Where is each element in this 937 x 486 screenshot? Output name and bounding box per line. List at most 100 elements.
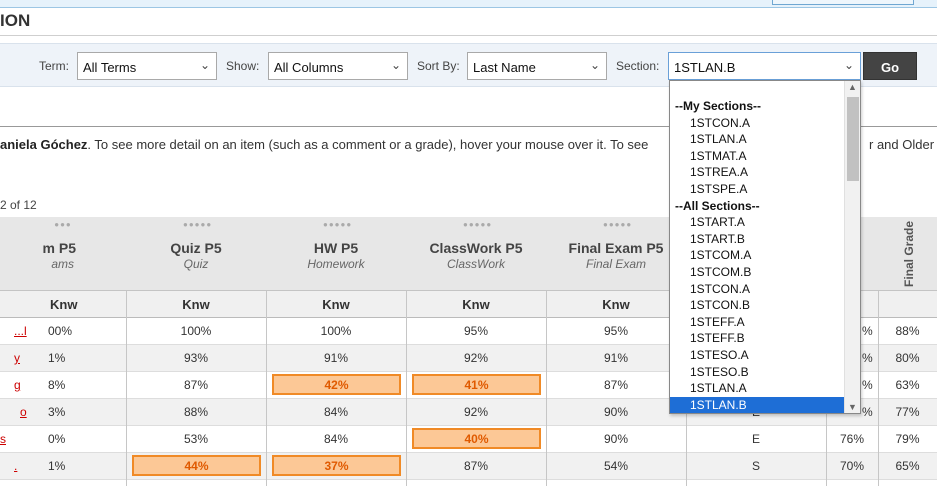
drag-handle-icon[interactable]: ●●●●● xyxy=(463,221,491,229)
sort-select[interactable]: Last Name ⌄ xyxy=(467,52,607,80)
column-header[interactable]: ●●● m P5 ams xyxy=(0,217,126,291)
grade-cell[interactable]: 54% xyxy=(546,459,686,473)
grade-cell[interactable]: 92% xyxy=(406,405,546,419)
sort-label: Sort By: xyxy=(417,59,460,73)
low-grade-cell[interactable]: 44% xyxy=(132,455,261,476)
final-grade-cell[interactable]: 65% xyxy=(878,459,937,473)
section-option[interactable]: 1START.B xyxy=(670,231,845,248)
final-grade-cell[interactable]: 80% xyxy=(878,351,937,365)
grade-cell[interactable]: 00% xyxy=(48,324,72,338)
grade-cell[interactable]: 84% xyxy=(266,405,406,419)
grade-cell[interactable]: % xyxy=(862,351,873,365)
column-header[interactable]: ●●●●● ClassWork P5 ClassWork xyxy=(406,217,546,291)
section-option[interactable]: 1STMAT.A xyxy=(670,148,845,165)
drag-handle-icon[interactable]: ●●● xyxy=(50,221,76,229)
scroll-down-icon[interactable]: ▼ xyxy=(848,402,857,412)
drag-handle-icon[interactable]: ●●●●● xyxy=(323,221,351,229)
section-option[interactable]: 1STSPE.A xyxy=(670,181,845,198)
section-option[interactable]: 1STESO.A xyxy=(670,347,845,364)
grade-cell[interactable]: S xyxy=(686,459,826,473)
grade-cell[interactable]: 90% xyxy=(546,405,686,419)
grade-cell[interactable]: 92% xyxy=(406,351,546,365)
low-grade-cell[interactable]: 37% xyxy=(272,455,401,476)
final-grade-cell[interactable]: 63% xyxy=(878,378,937,392)
dropdown-scrollbar[interactable]: ▲ ▼ xyxy=(844,81,860,413)
record-count: 2 of 12 xyxy=(0,198,37,212)
go-button[interactable]: Go xyxy=(863,52,917,80)
grade-cell[interactable]: E xyxy=(686,432,826,446)
grade-cell[interactable]: 3% xyxy=(48,405,65,419)
column-divider xyxy=(406,291,407,486)
section-select[interactable]: 1STLAN.B ⌄ xyxy=(668,52,861,80)
section-option[interactable]: 1STEFF.A xyxy=(670,314,845,331)
section-option[interactable]: 1STLAN.A xyxy=(670,131,845,148)
section-option[interactable]: 1STCON.A xyxy=(670,281,845,298)
term-select[interactable]: All Terms ⌄ xyxy=(77,52,217,80)
grade-cell[interactable]: % xyxy=(862,324,873,338)
column-header[interactable]: ●●●●● HW P5 Homework xyxy=(266,217,406,291)
grade-cell[interactable]: 53% xyxy=(126,432,266,446)
student-name-link[interactable]: s xyxy=(0,432,6,446)
column-name: HW P5 xyxy=(313,240,359,256)
section-option[interactable]: 1STREA.A xyxy=(670,164,845,181)
low-grade-cell[interactable]: 40% xyxy=(412,428,541,449)
grade-cell[interactable]: 95% xyxy=(546,324,686,338)
student-name-link[interactable]: . xyxy=(14,459,17,473)
grade-cell[interactable]: % xyxy=(862,378,873,392)
section-option[interactable]: 1STEFF.B xyxy=(670,330,845,347)
grade-cell[interactable]: 95% xyxy=(406,324,546,338)
student-name-link[interactable]: g xyxy=(14,378,21,392)
grade-cell[interactable]: 90% xyxy=(546,432,686,446)
section-option[interactable]: 1STESO.B xyxy=(670,364,845,381)
drag-handle-icon[interactable]: ●●●●● xyxy=(183,221,211,229)
final-grade-cell[interactable]: 79% xyxy=(878,432,937,446)
grade-cell[interactable]: 84% xyxy=(266,432,406,446)
grade-cell[interactable]: 87% xyxy=(546,378,686,392)
section-option[interactable]: 1STCOM.B xyxy=(670,264,845,281)
section-option[interactable]: 1STCOM.A xyxy=(670,247,845,264)
final-grade-cell[interactable]: 88% xyxy=(878,324,937,338)
grade-cell[interactable]: % xyxy=(862,405,873,419)
final-grade-header[interactable]: Final Grade xyxy=(878,217,937,291)
grade-cell[interactable]: 93% xyxy=(126,351,266,365)
grade-cell[interactable]: 91% xyxy=(266,351,406,365)
section-option-selected[interactable]: 1STLAN.B xyxy=(670,396,845,413)
section-dropdown-list[interactable]: --My Sections-- 1STCON.A 1STLAN.A 1STMAT… xyxy=(669,80,861,414)
grade-cell[interactable]: 1% xyxy=(48,351,65,365)
grade-cell[interactable]: 91% xyxy=(546,351,686,365)
grade-cell[interactable]: 70% xyxy=(826,459,878,473)
grade-cell[interactable]: 0% xyxy=(48,432,65,446)
grade-cell[interactable]: 100% xyxy=(266,324,406,338)
final-grade-cell[interactable]: 77% xyxy=(878,405,937,419)
grade-cell[interactable]: 87% xyxy=(406,459,546,473)
scrollbar-thumb[interactable] xyxy=(847,97,859,181)
grade-cell[interactable]: 87% xyxy=(126,378,266,392)
grade-cell[interactable]: 8% xyxy=(48,378,65,392)
grade-cell[interactable]: 100% xyxy=(126,324,266,338)
section-option[interactable]: 1START.A xyxy=(670,214,845,231)
section-option[interactable]: 1STCON.B xyxy=(670,297,845,314)
low-grade-cell[interactable]: 42% xyxy=(272,374,401,395)
column-header[interactable]: ●●●●● Quiz P5 Quiz xyxy=(126,217,266,291)
option-group-label: --All Sections-- xyxy=(675,198,760,213)
student-name-link[interactable]: o xyxy=(20,405,27,419)
section-option[interactable]: 1STLAN.A xyxy=(670,380,845,397)
student-name-link[interactable]: y xyxy=(14,351,20,365)
column-sub: Homework xyxy=(307,257,365,271)
drag-handle-icon[interactable]: ●●●●● xyxy=(603,221,631,229)
grade-cell[interactable]: 76% xyxy=(826,432,878,446)
grade-cell[interactable]: 88% xyxy=(126,405,266,419)
divider xyxy=(0,35,937,36)
grade-cell[interactable]: 1% xyxy=(48,459,65,473)
scroll-up-icon[interactable]: ▲ xyxy=(848,82,857,92)
chevron-down-icon: ⌄ xyxy=(589,58,600,72)
student-name-link[interactable]: ...l xyxy=(14,324,27,338)
show-label: Show: xyxy=(226,59,260,73)
column-name: ClassWork P5 xyxy=(429,240,523,256)
column-sub: ams xyxy=(51,257,74,271)
show-select[interactable]: All Columns ⌄ xyxy=(268,52,408,80)
low-grade-cell[interactable]: 41% xyxy=(412,374,541,395)
section-option[interactable]: 1STCON.A xyxy=(670,115,845,132)
column-name: m P5 xyxy=(42,240,76,256)
column-header[interactable]: ●●●●● Final Exam P5 Final Exam xyxy=(546,217,686,291)
